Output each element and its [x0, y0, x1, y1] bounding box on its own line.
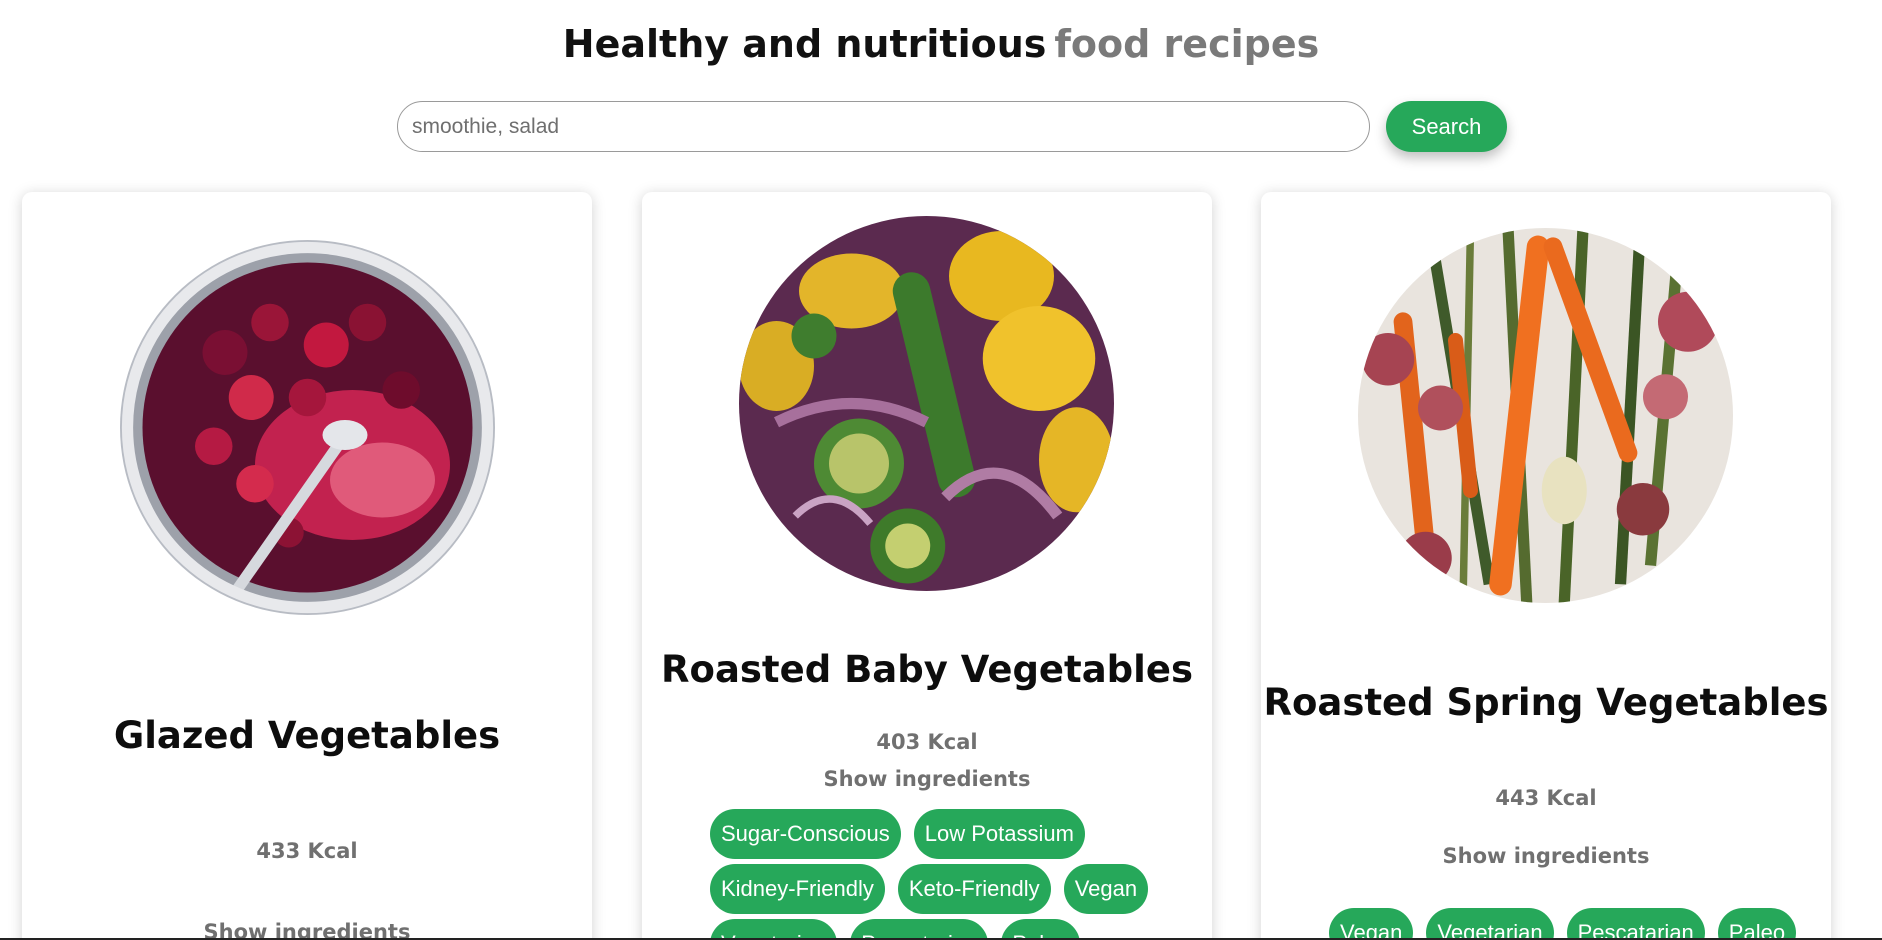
recipe-card: Roasted Baby Vegetables 403 Kcal Show in…	[642, 192, 1212, 940]
show-ingredients-button[interactable]: Show ingredients	[1261, 844, 1831, 868]
recipe-calories: 433 Kcal	[256, 839, 358, 863]
health-tag[interactable]: Keto-Friendly	[897, 864, 1051, 914]
page-title: Healthy and nutritious food recipes	[0, 18, 1882, 70]
health-tag[interactable]: Vegan	[1329, 908, 1414, 940]
page-title-main: Healthy and nutritious	[562, 22, 1047, 66]
health-tags: Sugar-Conscious Low Potassium Kidney-Fri…	[710, 809, 1160, 940]
recipe-calories: 443 Kcal	[1495, 786, 1597, 810]
health-tag[interactable]: Kidney-Friendly	[710, 864, 885, 914]
page-title-accent: food recipes	[1054, 22, 1320, 66]
show-ingredients-button[interactable]: Show ingredients	[642, 767, 1212, 791]
health-tags: Vegan Vegetarian Pescatarian Paleo	[1329, 908, 1799, 940]
search-bar: Search	[397, 99, 1507, 154]
search-button[interactable]: Search	[1386, 101, 1507, 152]
health-tag[interactable]: Vegetarian	[710, 919, 838, 940]
beet-pot-photo	[120, 240, 495, 615]
health-tag[interactable]: Pescatarian	[850, 919, 989, 940]
recipe-calories: 403 Kcal	[876, 730, 978, 754]
recipe-image	[120, 240, 495, 615]
recipe-card: Roasted Spring Vegetables 443 Kcal Show …	[1261, 192, 1831, 940]
recipe-image	[1358, 228, 1733, 603]
recipe-image	[739, 216, 1114, 591]
health-tag[interactable]: Vegetarian	[1426, 908, 1554, 940]
health-tag[interactable]: Sugar-Conscious	[710, 809, 901, 859]
roasted-carrots-asparagus-photo	[1358, 228, 1733, 603]
recipe-title: Roasted Spring Vegetables	[1263, 681, 1829, 724]
health-tag[interactable]: Vegan	[1063, 864, 1149, 914]
health-tag[interactable]: Paleo	[1001, 919, 1080, 940]
recipe-title: Roasted Baby Vegetables	[661, 648, 1193, 691]
health-tag[interactable]: Low Potassium	[913, 809, 1085, 859]
search-input[interactable]	[397, 101, 1370, 152]
recipe-card: Glazed Vegetables 433 Kcal Show ingredie…	[22, 192, 592, 940]
health-tag[interactable]: Paleo	[1717, 908, 1797, 940]
health-tag[interactable]: Pescatarian	[1566, 908, 1705, 940]
recipe-title: Glazed Vegetables	[113, 714, 501, 757]
show-ingredients-button[interactable]: Show ingredients	[22, 920, 592, 940]
roasted-squash-zucchini-photo	[739, 216, 1114, 591]
recipe-search-page: Healthy and nutritiousfood recipes Searc…	[0, 0, 1882, 940]
